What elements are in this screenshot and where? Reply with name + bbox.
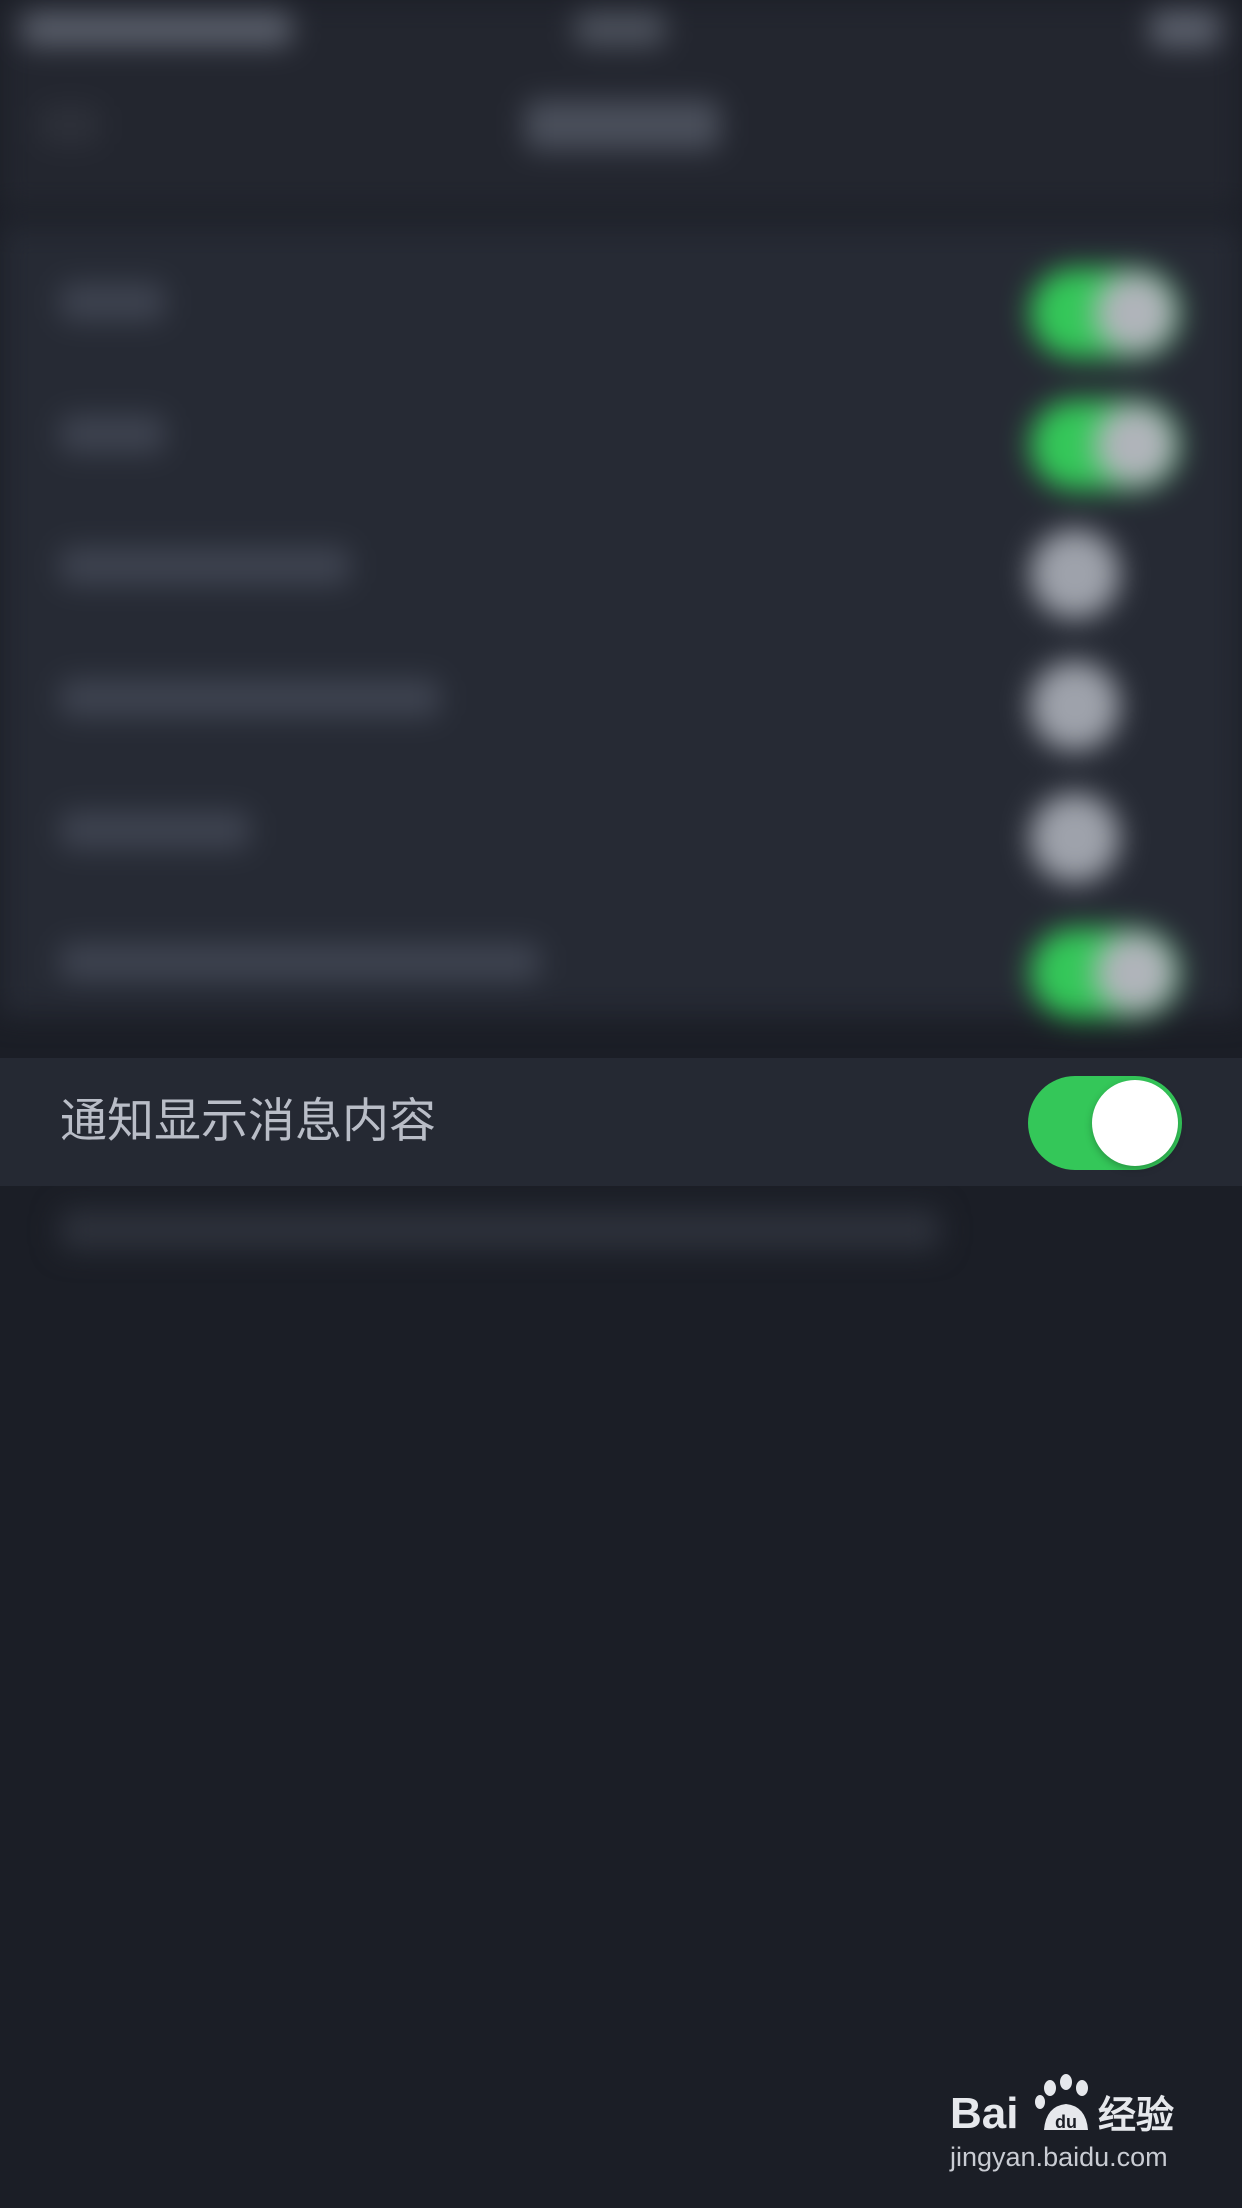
setting-row-5 [0,763,1242,895]
toggle-3 [1030,529,1120,619]
show-message-content-toggle[interactable] [1028,1076,1182,1170]
setting-label-4 [60,679,440,717]
toggle-knob [1092,1080,1178,1166]
status-carrier [22,12,292,46]
toggle-1 [1030,268,1180,358]
svg-text:Bai: Bai [950,2089,1018,2138]
settings-group [0,225,1242,1018]
setting-label-3 [60,547,350,585]
status-time [575,12,665,46]
status-battery-icon [1150,10,1220,48]
show-message-content-row[interactable]: 通知显示消息内容 [0,1058,1242,1186]
navigation-bar [0,60,1242,210]
setting-label-6 [60,943,540,981]
section-footnote [60,1210,940,1250]
toggle-5 [1030,793,1120,883]
setting-row-2 [0,367,1242,499]
toggle-4 [1030,661,1120,751]
status-bar [0,0,1242,60]
baidu-logo: Bai du 经验 [950,2074,1174,2138]
setting-row-1 [0,235,1242,367]
setting-label-1 [60,283,165,321]
setting-row-6 [0,895,1242,1027]
back-button [40,105,100,145]
setting-row-4 [0,631,1242,763]
svg-text:du: du [1055,2112,1077,2132]
setting-label-5 [60,811,250,849]
nav-title [525,100,720,150]
setting-row-3 [0,499,1242,631]
svg-text:经验: 经验 [1098,2093,1174,2137]
toggle-6 [1030,928,1180,1018]
toggle-2 [1030,400,1180,490]
setting-label-2 [60,415,165,453]
show-message-content-label: 通知显示消息内容 [60,1094,436,1149]
baidu-jingyan-watermark: Bai du 经验 jingyan.baidu.com [950,2070,1190,2180]
watermark-url: jingyan.baidu.com [950,2142,1168,2172]
